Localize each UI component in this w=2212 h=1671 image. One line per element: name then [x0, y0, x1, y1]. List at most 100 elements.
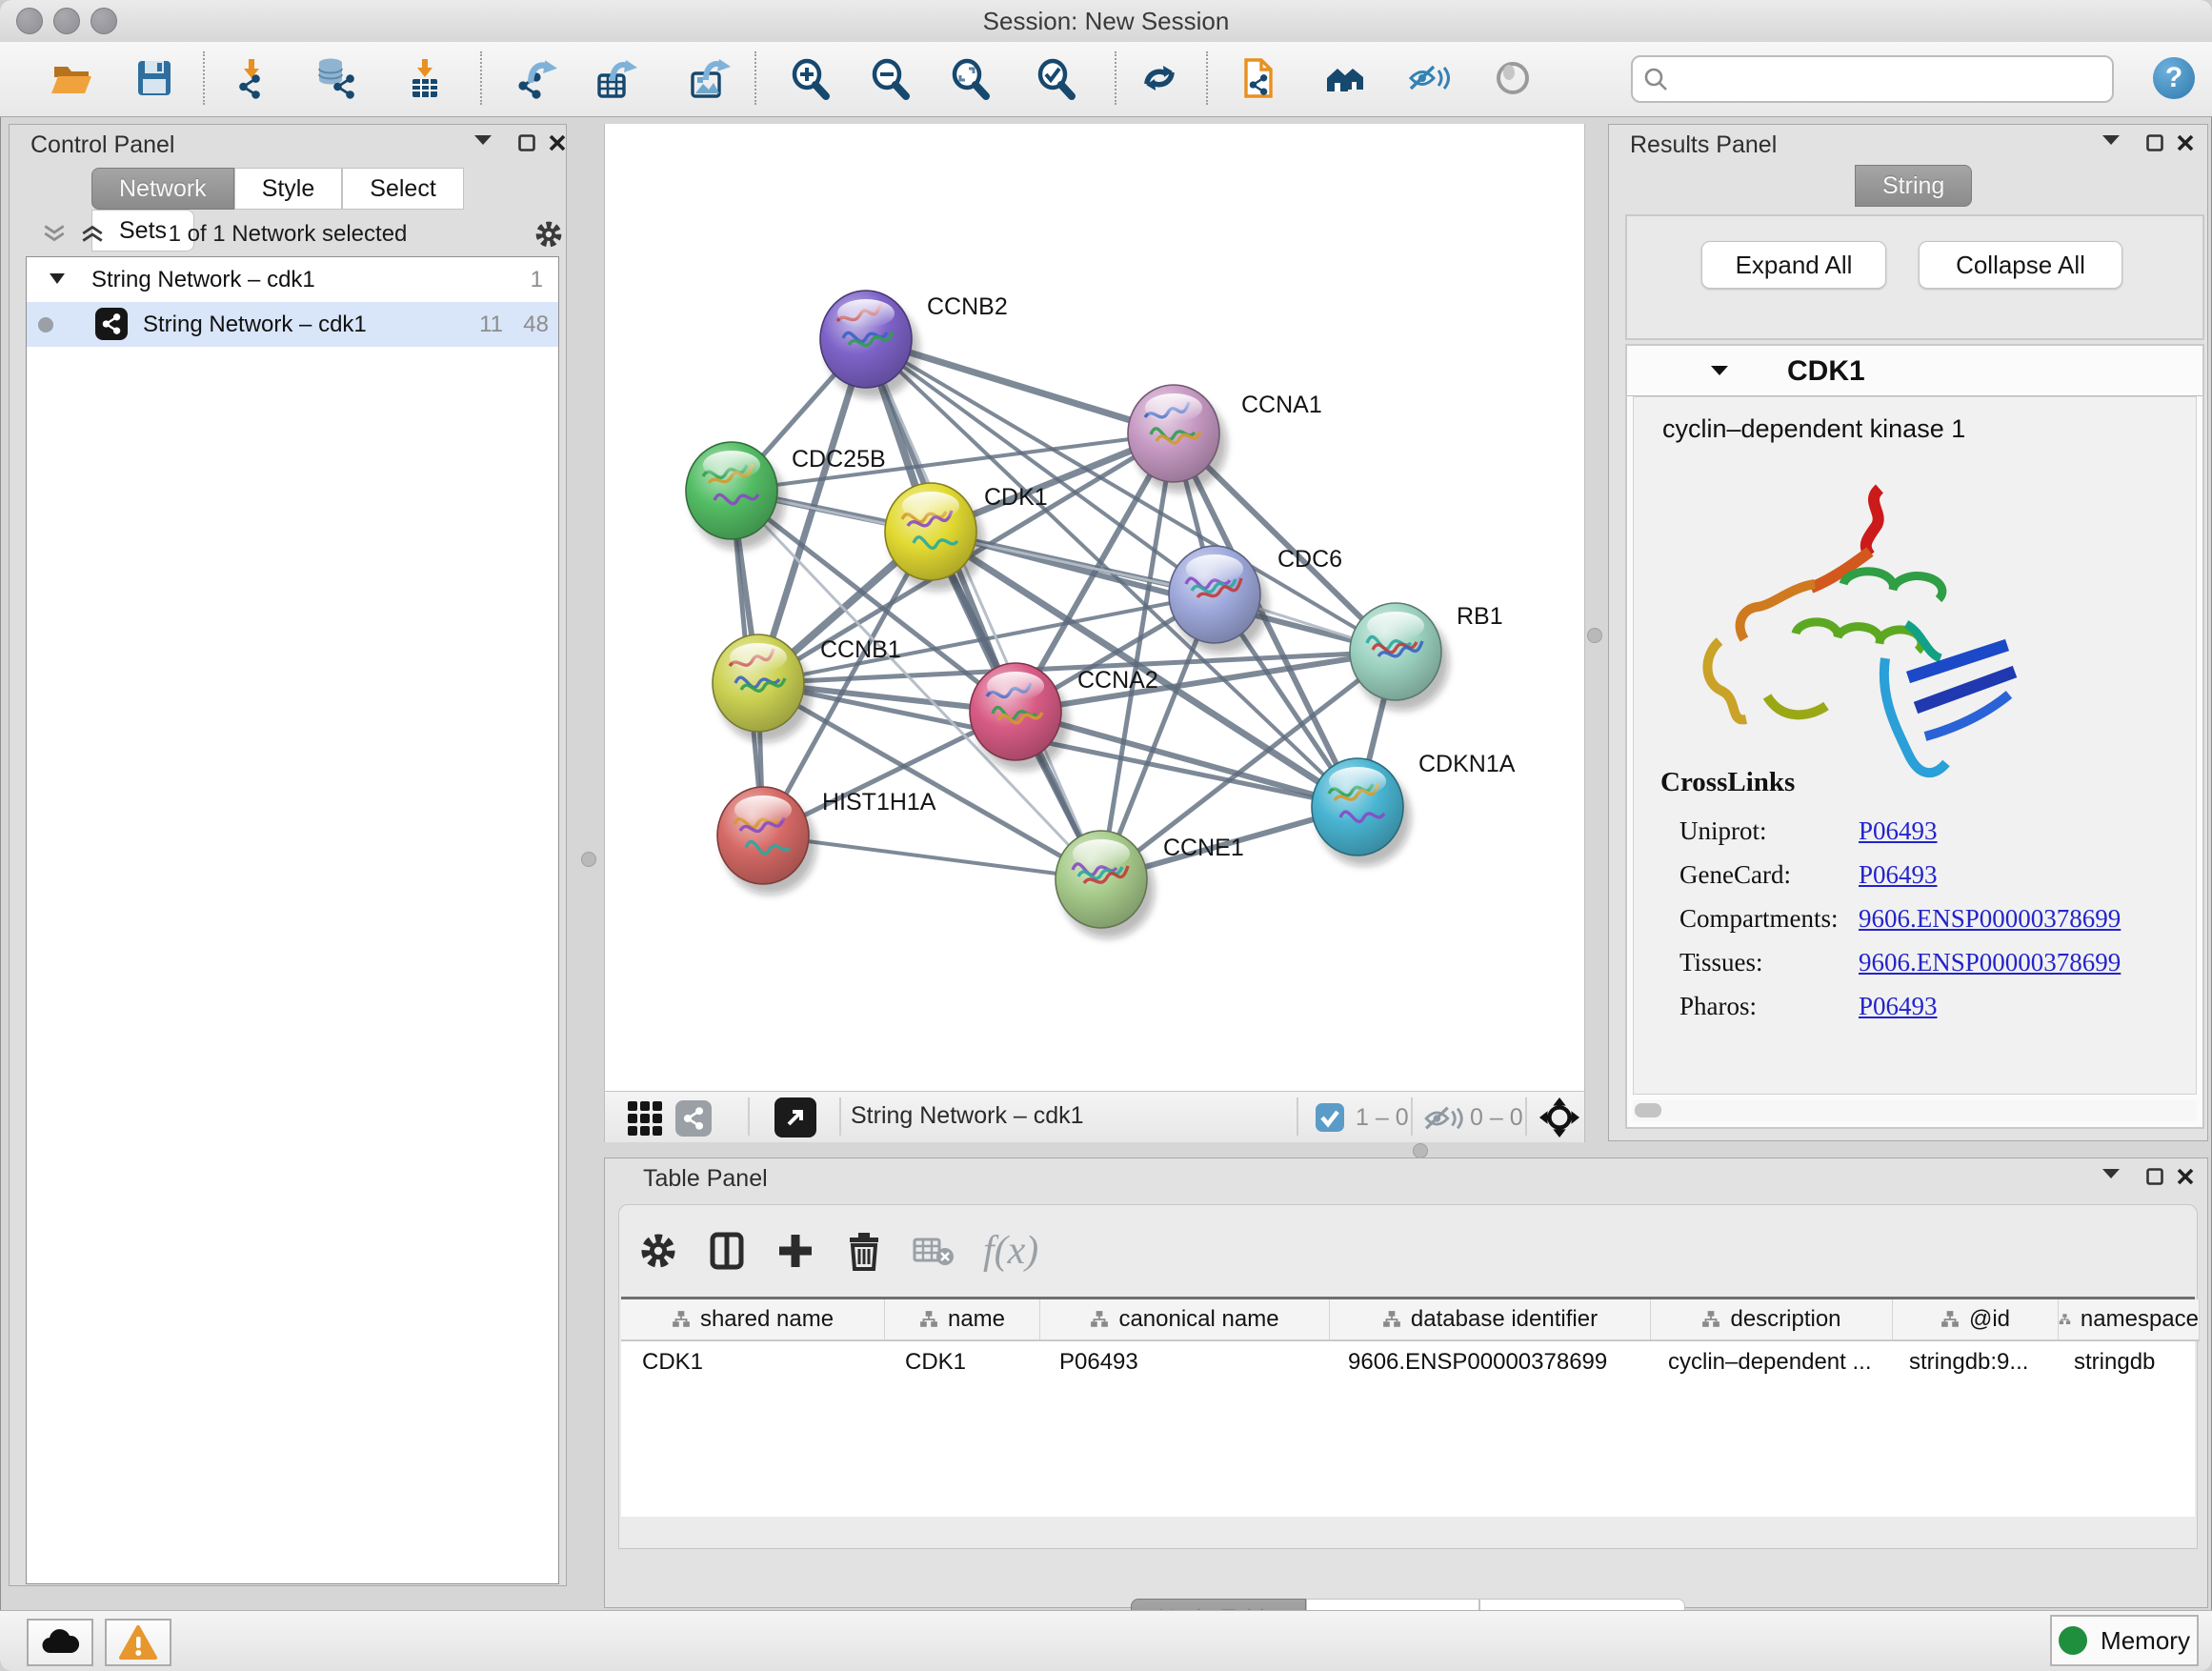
column-label: description [1730, 1306, 1840, 1333]
cell[interactable]: stringdb [2053, 1341, 2193, 1383]
search-input[interactable] [1675, 59, 2098, 97]
column-header-database-identifier[interactable]: database identifier [1330, 1299, 1651, 1339]
cell[interactable]: CDK1 [884, 1341, 1038, 1383]
toolbar-separator [480, 51, 482, 105]
memory-button[interactable]: Memory [2050, 1615, 2199, 1666]
results-tab-string[interactable]: String [1855, 165, 1972, 207]
warning-status-button[interactable] [105, 1619, 171, 1666]
export-table-button[interactable] [591, 53, 640, 103]
column-header-@id[interactable]: @id [1893, 1299, 2059, 1339]
delete-trash-icon[interactable] [844, 1231, 884, 1271]
network-node-CDKN1A[interactable]: CDKN1A [1312, 751, 1516, 866]
open-in-window-icon[interactable] [774, 1097, 816, 1137]
toolbar-separator [1206, 51, 1208, 105]
tab-network[interactable]: Network [91, 168, 234, 210]
network-node-CCNB2[interactable]: CCNB2 [820, 291, 1008, 398]
crosslink-label: Uniprot: [1679, 816, 1767, 846]
zoom-out-button[interactable] [865, 53, 915, 103]
fit-selected-crosshair-icon[interactable] [1538, 1097, 1580, 1138]
string-home-button[interactable] [1320, 53, 1370, 103]
import-network-file-button[interactable] [229, 53, 278, 103]
expand-all-button[interactable]: Expand All [1701, 241, 1886, 289]
zoom-in-button[interactable] [785, 53, 835, 103]
zoom-selected-button[interactable] [1031, 53, 1080, 103]
crosslink-value-link[interactable]: P06493 [1859, 992, 1938, 1021]
column-header-namespace[interactable]: namespace [2059, 1299, 2200, 1339]
network-node-CDC6[interactable]: CDC6 [1169, 546, 1342, 654]
cell[interactable]: cyclin–dependent ... [1647, 1341, 1888, 1383]
save-session-button[interactable] [130, 53, 179, 103]
network-collection-row[interactable]: String Network – cdk1 1 [27, 257, 558, 302]
tab-select[interactable]: Select [342, 168, 463, 210]
close-panel-icon[interactable] [549, 134, 566, 151]
network-node-CDK1[interactable]: CDK1 [885, 483, 1048, 591]
export-network-button[interactable] [511, 53, 560, 103]
import-table-file-button[interactable] [400, 53, 450, 103]
float-panel-icon[interactable] [2146, 1168, 2163, 1185]
network-node-CCNE1[interactable]: CCNE1 [1056, 831, 1244, 938]
collection-label: String Network – cdk1 [91, 257, 315, 302]
results-controls-box: Expand All Collapse All [1625, 214, 2204, 340]
float-panel-icon[interactable] [518, 134, 535, 151]
cell[interactable]: 9606.ENSP00000378699 [1327, 1341, 1647, 1383]
network-node-CCNB1[interactable]: CCNB1 [713, 634, 901, 742]
crosslink-value-link[interactable]: 9606.ENSP00000378699 [1859, 948, 2121, 977]
protein-header[interactable]: CDK1 [1627, 346, 2202, 396]
export-image-button[interactable] [684, 53, 734, 103]
network-node-CCNA1[interactable]: CCNA1 [1128, 385, 1322, 493]
close-panel-icon[interactable] [2177, 1168, 2194, 1185]
network-row-selected[interactable]: String Network – cdk1 11 48 [27, 302, 558, 347]
collapse-panel-icon[interactable] [474, 134, 492, 146]
table-settings-gear-icon[interactable] [638, 1231, 678, 1271]
gear-icon[interactable] [533, 219, 564, 250]
column-header-name[interactable]: name [885, 1299, 1040, 1339]
crosslink-value-link[interactable]: 9606.ENSP00000378699 [1859, 904, 2121, 934]
node-label-RB1: RB1 [1457, 603, 1503, 630]
cell[interactable]: P06493 [1038, 1341, 1327, 1383]
birds-eye-grid-icon[interactable] [626, 1099, 664, 1137]
collapse-panel-icon[interactable] [2102, 1168, 2120, 1179]
open-session-button[interactable] [47, 53, 96, 103]
hide-results-button[interactable] [1404, 53, 1454, 103]
column-header-shared-name[interactable]: shared name [621, 1299, 885, 1339]
network-canvas[interactable]: CCNB2CCNA1CDC25BCDK1CDC6RB1CCNB1CCNA2CDK… [604, 124, 1585, 1091]
zoom-fit-button[interactable] [945, 53, 995, 103]
column-header-description[interactable]: description [1651, 1299, 1893, 1339]
string-network-graph[interactable]: CCNB2CCNA1CDC25BCDK1CDC6RB1CCNB1CCNA2CDK… [605, 124, 1584, 1091]
import-network-database-button[interactable] [311, 53, 360, 103]
protein-details: cyclin–dependent kinase 1 CrossLinks [1633, 396, 2197, 1095]
hide-glasses-icon [1407, 56, 1451, 100]
float-panel-icon[interactable] [2146, 134, 2163, 151]
cell[interactable]: stringdb:9... [1888, 1341, 2053, 1383]
help-button[interactable]: ? [2153, 57, 2195, 99]
network-type-icon[interactable] [675, 1100, 712, 1137]
add-column-icon[interactable] [775, 1231, 815, 1271]
network-from-clipboard-button[interactable] [1236, 53, 1285, 103]
collapse-all-button[interactable]: Collapse All [1919, 241, 2122, 289]
splitter-handle[interactable] [1587, 628, 1602, 643]
table-row[interactable]: CDK1CDK1P064939606.ENSP00000378699cyclin… [621, 1341, 2193, 1383]
crosslink-value-link[interactable]: P06493 [1859, 816, 1938, 846]
cell[interactable]: CDK1 [621, 1341, 884, 1383]
network-node-HIST1H1A[interactable]: HIST1H1A [717, 787, 936, 895]
collapse-panel-icon[interactable] [2102, 134, 2120, 146]
expander-icon[interactable] [50, 273, 65, 284]
column-tree-icon [1382, 1310, 1401, 1329]
selected-checkbox[interactable] [1316, 1103, 1344, 1132]
cloud-status-button[interactable] [27, 1619, 93, 1666]
crosslink-value-link[interactable]: P06493 [1859, 860, 1938, 890]
results-hscrollbar[interactable] [1633, 1100, 2197, 1121]
tab-style[interactable]: Style [234, 168, 343, 210]
scrollbar-thumb[interactable] [1635, 1103, 1661, 1117]
show-eye-button[interactable] [1488, 53, 1538, 103]
show-columns-icon[interactable] [707, 1231, 747, 1271]
search-icon [1642, 66, 1669, 92]
network-node-RB1[interactable]: RB1 [1350, 603, 1503, 711]
column-header-canonical-name[interactable]: canonical name [1040, 1299, 1330, 1339]
splitter-handle[interactable] [581, 852, 596, 867]
save-icon [132, 56, 176, 100]
splitter-handle[interactable] [1413, 1143, 1428, 1158]
collapse-entry-icon[interactable] [1711, 365, 1728, 376]
close-panel-icon[interactable] [2177, 134, 2194, 151]
apply-layout-button[interactable] [1135, 53, 1184, 103]
